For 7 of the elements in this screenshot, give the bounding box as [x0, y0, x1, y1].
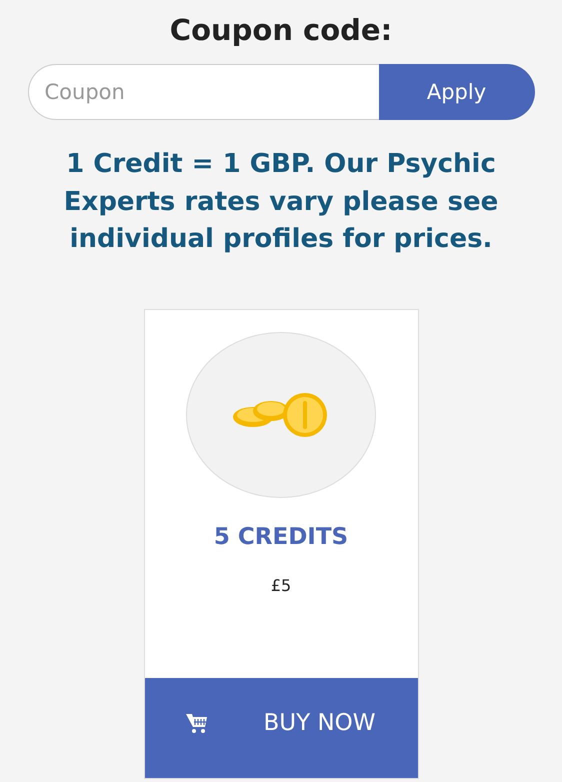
- buy-now-button[interactable]: BUY NOW: [144, 678, 418, 778]
- coupon-title: Coupon code:: [170, 12, 392, 49]
- notice-text: 1 Credit = 1 GBP. Our Psychic Experts rates vary please see individual profiles for prices.: [62, 148, 500, 256]
- coupon-field[interactable]: Coupon: [28, 64, 378, 120]
- package-price: £5: [270, 576, 292, 594]
- apply-button[interactable]: Apply: [378, 64, 534, 120]
- package-name: 5 CREDITS: [214, 524, 348, 550]
